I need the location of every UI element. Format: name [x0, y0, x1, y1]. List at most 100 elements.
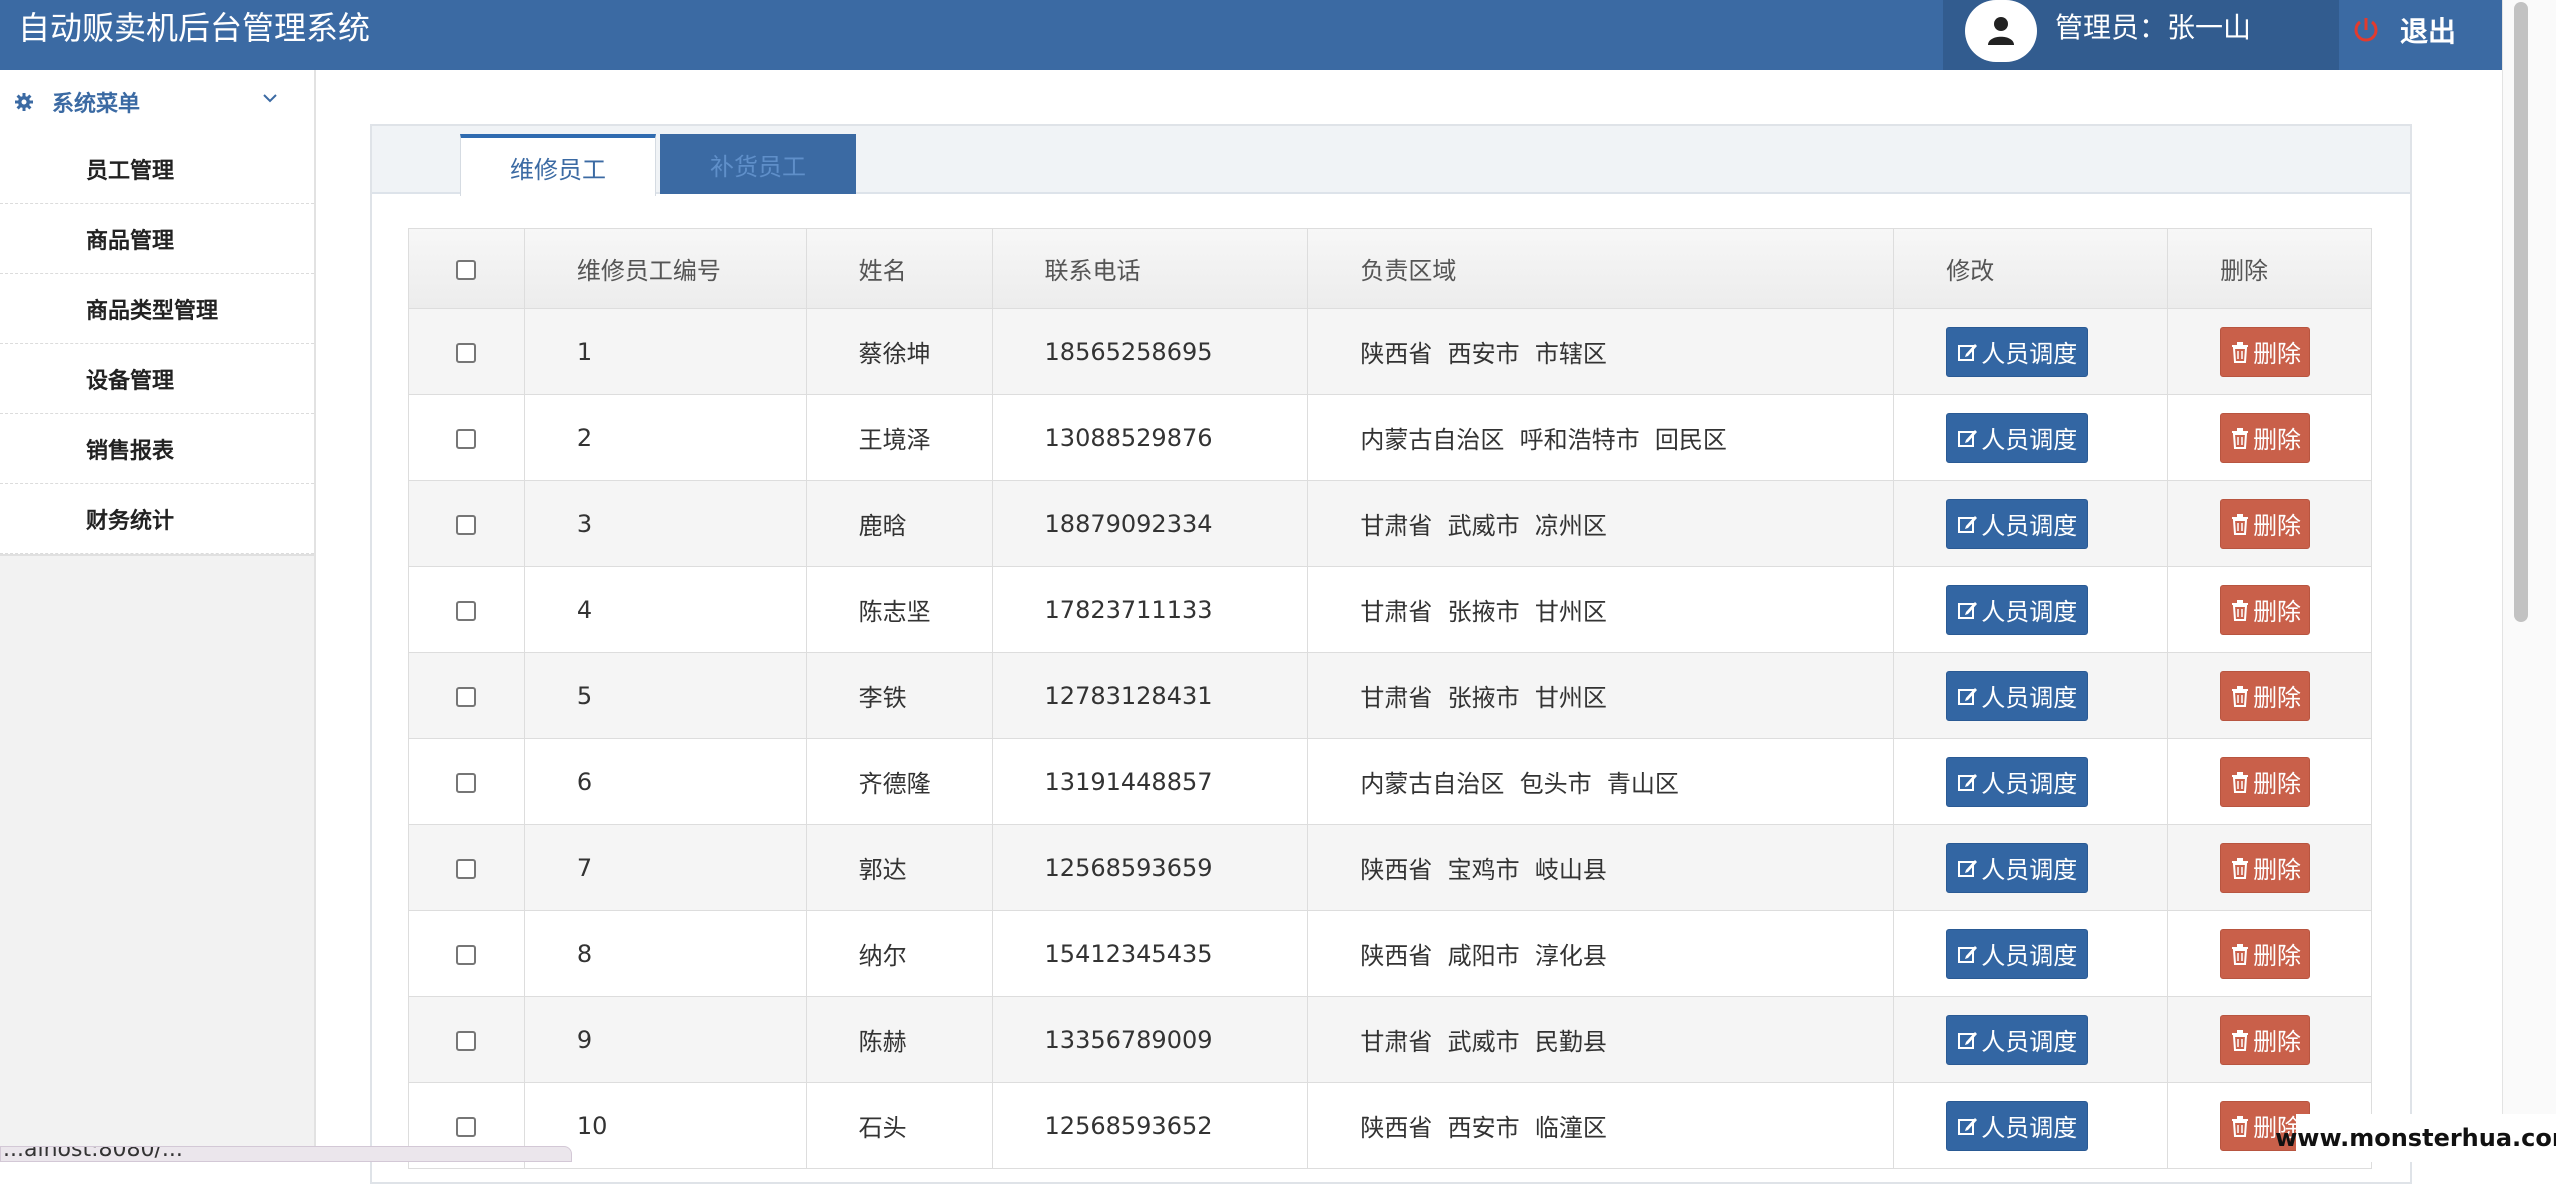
delete-button[interactable]: 删除	[2220, 412, 2311, 463]
menu-item-label: 财务统计	[86, 508, 175, 534]
delete-label: 删除	[2253, 426, 2302, 454]
avatar[interactable]	[1965, 0, 2037, 62]
cell-delete: 删除	[2167, 308, 2372, 395]
cell-edit: 人员调度	[1893, 910, 2169, 997]
dispatch-staff-button[interactable]: 人员调度	[1946, 670, 2089, 721]
user-icon	[1988, 17, 2014, 45]
scrollbar-thumb[interactable]	[2514, 2, 2528, 622]
menu-item-employee[interactable]: 员工管理	[0, 134, 314, 204]
dispatch-staff-button[interactable]: 人员调度	[1946, 842, 2089, 893]
menu-item-goods-type[interactable]: 商品类型管理	[0, 274, 314, 344]
cell-phone: 17823711133	[991, 566, 1309, 653]
cell-region: 陕西省 西安市 临潼区	[1307, 1082, 1895, 1169]
row-checkbox[interactable]	[456, 428, 477, 449]
cell-region: 内蒙古自治区 呼和浩特市 回民区	[1307, 394, 1895, 481]
trash-icon	[2232, 341, 2249, 363]
dispatch-staff-button[interactable]: 人员调度	[1946, 326, 2089, 377]
status-url-text: ...alhost:8080/...	[3, 1146, 183, 1162]
select-all-checkbox[interactable]	[456, 259, 477, 280]
delete-button[interactable]: 删除	[2220, 928, 2311, 979]
dispatch-staff-button[interactable]: 人员调度	[1946, 928, 2089, 979]
row-checkbox[interactable]	[456, 600, 477, 621]
row-checkbox[interactable]	[456, 514, 477, 535]
tab-label: 补货员工	[710, 152, 806, 181]
col-delete: 删除	[2167, 228, 2372, 309]
cell-name: 王境泽	[805, 394, 993, 481]
trash-icon	[2232, 1115, 2249, 1137]
dispatch-label: 人员调度	[1981, 426, 2078, 454]
dispatch-label: 人员调度	[1981, 684, 2078, 712]
table-row: 5 李铁 12783128431 甘肃省 张掖市 甘州区 人员调度 删除	[408, 652, 2372, 739]
delete-button[interactable]: 删除	[2220, 498, 2311, 549]
trash-icon	[2232, 771, 2249, 793]
row-checkbox[interactable]	[456, 858, 477, 879]
cell-staff-id: 5	[523, 652, 807, 739]
dispatch-label: 人员调度	[1981, 1114, 2078, 1142]
cell-region: 甘肃省 张掖市 甘州区	[1307, 566, 1895, 653]
trash-icon	[2232, 599, 2249, 621]
dispatch-staff-button[interactable]: 人员调度	[1946, 584, 2089, 635]
cell-region: 陕西省 西安市 市辖区	[1307, 308, 1895, 395]
row-checkbox[interactable]	[456, 1116, 477, 1137]
edit-icon	[1958, 773, 1978, 791]
menu-item-label: 商品管理	[86, 228, 175, 254]
tab-repair-staff[interactable]: 维修员工	[460, 134, 656, 196]
dispatch-staff-button[interactable]: 人员调度	[1946, 412, 2089, 463]
row-select-cell	[408, 394, 525, 481]
dispatch-staff-button[interactable]: 人员调度	[1946, 756, 2089, 807]
delete-button[interactable]: 删除	[2220, 584, 2311, 635]
trash-icon	[2232, 943, 2249, 965]
delete-button[interactable]: 删除	[2220, 842, 2311, 893]
cell-phone: 12568593659	[991, 824, 1309, 911]
cell-delete: 删除	[2167, 394, 2372, 481]
menu-item-device[interactable]: 设备管理	[0, 344, 314, 414]
tab-bar: 维修员工 补货员工	[372, 126, 2410, 196]
row-checkbox[interactable]	[456, 1030, 477, 1051]
delete-button[interactable]: 删除	[2220, 670, 2311, 721]
delete-button[interactable]: 删除	[2220, 1014, 2311, 1065]
table-row: 3 鹿晗 18879092334 甘肃省 武威市 凉州区 人员调度 删除	[408, 480, 2372, 567]
system-menu-header[interactable]: 系统菜单	[0, 70, 314, 134]
cell-staff-id: 7	[523, 824, 807, 911]
edit-icon	[1958, 429, 1978, 447]
col-edit: 修改	[1893, 228, 2169, 309]
dispatch-staff-button[interactable]: 人员调度	[1946, 1014, 2089, 1065]
menu-item-finance[interactable]: 财务统计	[0, 484, 314, 554]
cell-delete: 删除	[2167, 652, 2372, 739]
trash-icon	[2232, 857, 2249, 879]
cell-phone: 12783128431	[991, 652, 1309, 739]
delete-button[interactable]: 删除	[2220, 326, 2311, 377]
dispatch-staff-button[interactable]: 人员调度	[1946, 498, 2089, 549]
tab-restock-staff[interactable]: 补货员工	[660, 134, 856, 194]
sidebar: 系统菜单 员工管理 商品管理 商品类型管理 设备管理 销售报表 财务统计	[0, 70, 316, 1162]
row-checkbox[interactable]	[456, 772, 477, 793]
delete-label: 删除	[2253, 512, 2302, 540]
col-phone: 联系电话	[991, 228, 1309, 309]
cell-edit: 人员调度	[1893, 566, 2169, 653]
dispatch-staff-button[interactable]: 人员调度	[1946, 1100, 2089, 1151]
delete-label: 删除	[2253, 942, 2302, 970]
col-region: 负责区域	[1307, 228, 1895, 309]
cell-region: 甘肃省 武威市 凉州区	[1307, 480, 1895, 567]
watermark-text: www.monsterhua.com	[2275, 1124, 2556, 1152]
delete-label: 删除	[2253, 1028, 2302, 1056]
cell-staff-id: 6	[523, 738, 807, 825]
delete-button[interactable]: 删除	[2220, 756, 2311, 807]
status-bar-url: ...alhost:8080/...	[0, 1146, 572, 1162]
cell-edit: 人员调度	[1893, 996, 2169, 1083]
row-checkbox[interactable]	[456, 686, 477, 707]
row-checkbox[interactable]	[456, 342, 477, 363]
select-all-cell	[408, 228, 525, 309]
menu-item-goods[interactable]: 商品管理	[0, 204, 314, 274]
cell-name: 齐德隆	[805, 738, 993, 825]
menu-item-sales-report[interactable]: 销售报表	[0, 414, 314, 484]
cell-delete: 删除	[2167, 480, 2372, 567]
trash-icon	[2232, 685, 2249, 707]
app-title: 自动贩卖机后台管理系统	[18, 9, 371, 47]
top-header: 自动贩卖机后台管理系统 管理员：张一山 退出	[0, 0, 2502, 70]
logout-button[interactable]: 退出	[2352, 10, 2456, 50]
row-select-cell	[408, 308, 525, 395]
row-checkbox[interactable]	[456, 944, 477, 965]
page-scrollbar[interactable]	[2502, 0, 2556, 1162]
chevron-down-icon	[263, 94, 277, 103]
